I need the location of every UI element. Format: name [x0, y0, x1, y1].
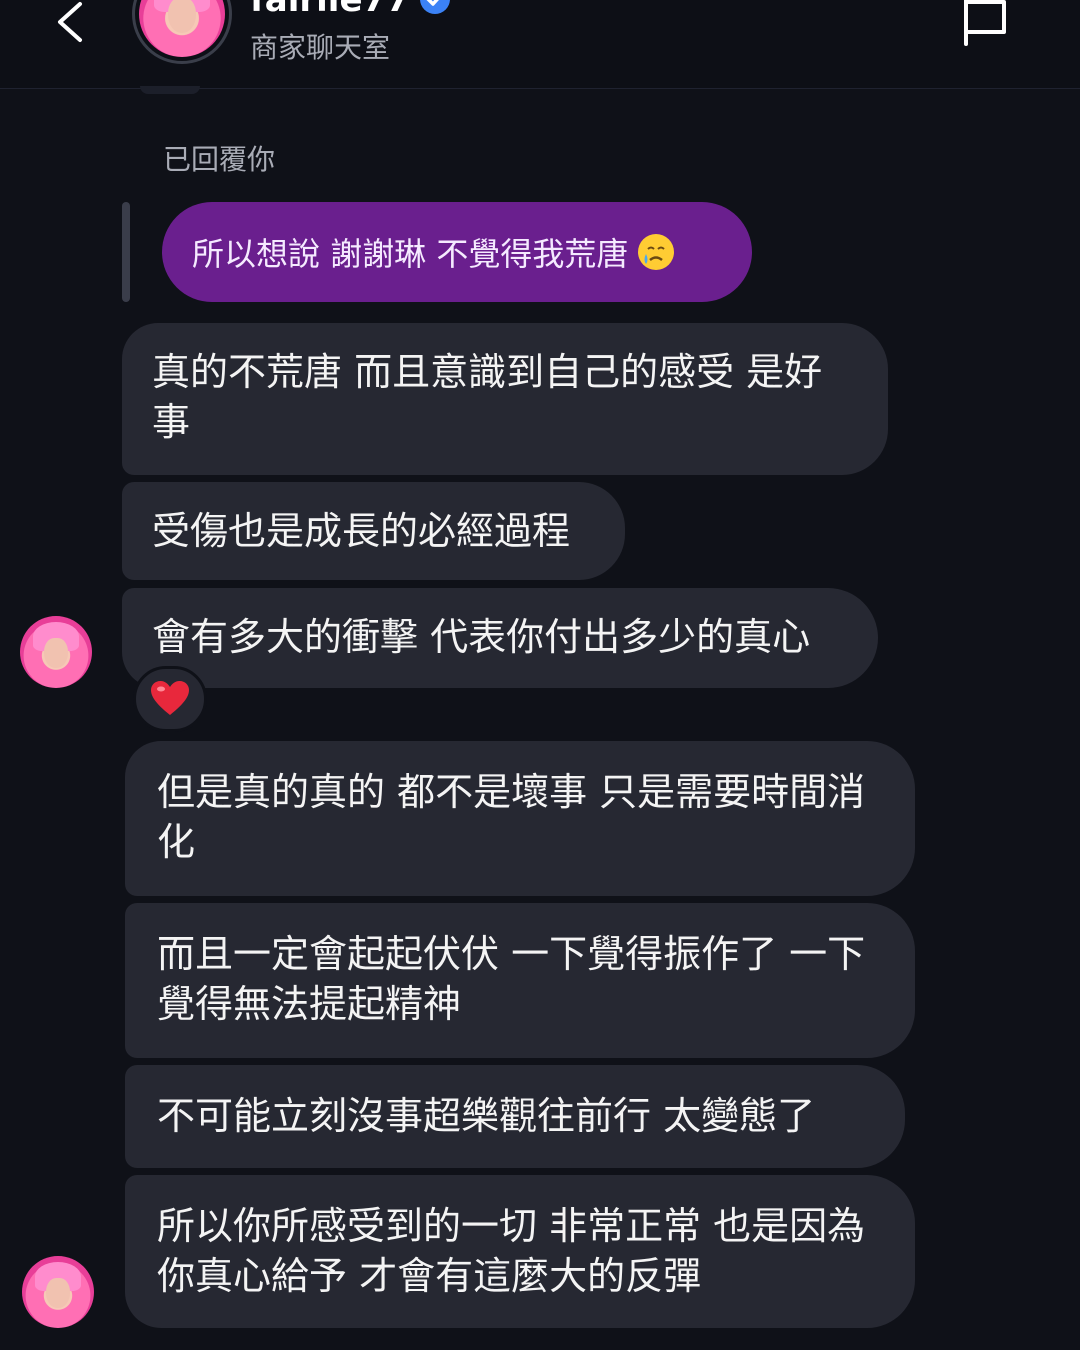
message-text: 所以你所感受到的一切 非常正常 也是因為你真心給予 才會有這麼大的反彈 [157, 1204, 866, 1298]
chat-username[interactable]: fairlie77 [250, 0, 410, 20]
message-text: 受傷也是成長的必經過程 [152, 509, 571, 553]
message-text: 會有多大的衝擊 代表你付出多少的真心 [152, 615, 811, 659]
heart-reaction[interactable] [133, 666, 207, 732]
message-bubble[interactable]: 而且一定會起起伏伏 一下覺得振作了 一下覺得無法提起精神 [125, 903, 915, 1058]
message-text: 不可能立刻沒事超樂觀往前行 太變態了 [157, 1094, 816, 1138]
sender-avatar[interactable] [22, 1256, 94, 1328]
chat-subtitle: 商家聊天室 [250, 31, 391, 64]
message-bubble[interactable]: 真的不荒唐 而且意識到自己的感受 是好事 [122, 323, 888, 475]
heart-icon [151, 681, 189, 715]
header-avatar[interactable] [132, 0, 232, 64]
flag-icon[interactable] [960, 0, 1012, 48]
message-text: 而且一定會起起伏伏 一下覺得振作了 一下覺得無法提起精神 [157, 932, 866, 1026]
message-bubble[interactable]: 但是真的真的 都不是壞事 只是需要時間消化 [125, 741, 915, 896]
chat-header: fairlie77 商家聊天室 [0, 0, 1080, 89]
message-bubble[interactable]: 會有多大的衝擊 代表你付出多少的真心 [122, 588, 878, 688]
profile-avatar-image [139, 0, 225, 57]
message-text: 真的不荒唐 而且意識到自己的感受 是好事 [152, 350, 823, 444]
message-bubble[interactable]: 受傷也是成長的必經過程 [122, 482, 625, 580]
message-text: 但是真的真的 都不是壞事 只是需要時間消化 [157, 770, 866, 864]
sender-avatar[interactable] [20, 616, 92, 688]
scroll-shadow [140, 86, 200, 94]
replied-message-bubble[interactable]: 所以想說 謝謝琳 不覺得我荒唐 [162, 202, 752, 302]
replied-label: 已回覆你 [163, 143, 276, 176]
back-chevron-icon[interactable] [50, 0, 94, 44]
reply-indicator-bar [122, 202, 130, 302]
crying-face-emoji-icon [638, 234, 675, 270]
message-bubble[interactable]: 所以你所感受到的一切 非常正常 也是因為你真心給予 才會有這麼大的反彈 [125, 1175, 915, 1328]
replied-message-text: 所以想說 謝謝琳 不覺得我荒唐 [192, 235, 629, 273]
message-bubble[interactable]: 不可能立刻沒事超樂觀往前行 太變態了 [125, 1065, 905, 1168]
verified-badge-icon [420, 0, 450, 14]
